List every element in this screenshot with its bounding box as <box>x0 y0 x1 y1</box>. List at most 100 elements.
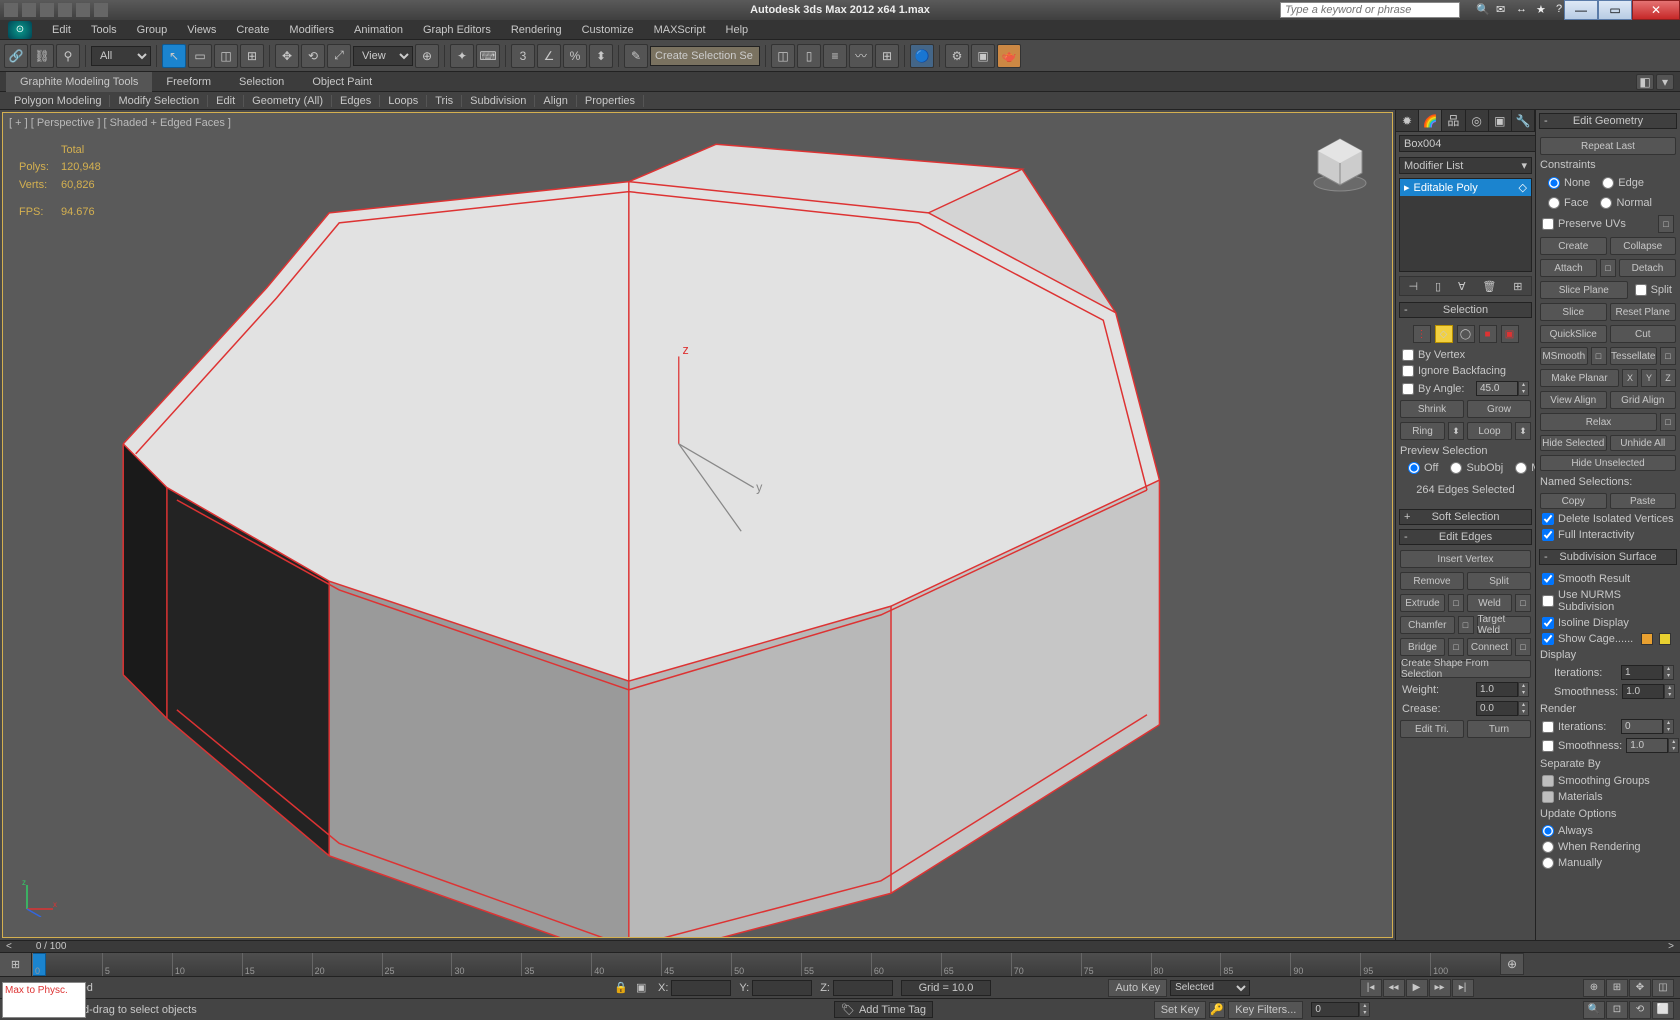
menu-tools[interactable]: Tools <box>81 20 127 40</box>
constraint-normal-radio[interactable] <box>1600 197 1612 209</box>
edit-tri-button[interactable]: Edit Tri. <box>1400 720 1464 738</box>
object-name-input[interactable] <box>1399 135 1551 152</box>
ribbon-panel-polygon-modeling[interactable]: Polygon Modeling <box>6 95 110 107</box>
relax-settings-icon[interactable]: □ <box>1660 413 1676 431</box>
help-search-input[interactable] <box>1280 2 1460 18</box>
vertex-level-icon[interactable]: ⋮ <box>1413 325 1431 343</box>
turn-button[interactable]: Turn <box>1467 720 1531 738</box>
y-coord-input[interactable] <box>752 980 812 996</box>
scale-tool-icon[interactable]: ⤢ <box>327 44 351 68</box>
render-smooth-checkbox[interactable] <box>1542 740 1554 752</box>
key-filters-button[interactable]: Key Filters... <box>1228 1001 1303 1019</box>
by-angle-checkbox[interactable] <box>1402 383 1414 395</box>
communication-icon[interactable]: ✉ <box>1496 3 1510 17</box>
bridge-button[interactable]: Bridge <box>1400 638 1445 656</box>
ribbon-min-icon[interactable]: ◧ <box>1636 74 1654 90</box>
render-setup-icon[interactable]: ⚙ <box>945 44 969 68</box>
mirror-icon[interactable]: ◫ <box>771 44 795 68</box>
move-tool-icon[interactable]: ✥ <box>275 44 299 68</box>
preserve-uvs-checkbox[interactable] <box>1542 218 1554 230</box>
update-render-radio[interactable] <box>1542 841 1554 853</box>
keyboard-shortcut-icon[interactable]: ⌨ <box>476 44 500 68</box>
weld-settings-icon[interactable]: □ <box>1515 594 1531 612</box>
rotate-tool-icon[interactable]: ⟲ <box>301 44 325 68</box>
time-tag-button[interactable]: 🏷Add Time Tag <box>834 1001 933 1018</box>
nav-icon-1[interactable]: ⊕ <box>1583 979 1605 997</box>
viewcube[interactable] <box>1308 131 1372 195</box>
link-icon[interactable]: 🔗 <box>4 44 28 68</box>
qat-save-icon[interactable] <box>40 3 54 17</box>
qat-new-icon[interactable] <box>4 3 18 17</box>
constraint-none-radio[interactable] <box>1548 177 1560 189</box>
ribbon-panel-tris[interactable]: Tris <box>427 95 462 107</box>
ref-coord-dropdown[interactable]: View <box>353 46 413 66</box>
make-unique-icon[interactable]: ∀ <box>1458 280 1466 293</box>
maximize-button[interactable]: ▭ <box>1598 0 1632 20</box>
slice-plane-button[interactable]: Slice Plane <box>1540 281 1628 299</box>
snap-toggle-icon[interactable]: 3 <box>511 44 535 68</box>
maximize-viewport-icon[interactable]: ⬜ <box>1652 1001 1674 1019</box>
ribbon-expand-icon[interactable]: ▾ <box>1656 74 1674 90</box>
extrude-settings-icon[interactable]: □ <box>1448 594 1464 612</box>
ribbon-panel-geometry-all-[interactable]: Geometry (All) <box>244 95 332 107</box>
pin-stack-icon[interactable]: ⊣ <box>1408 280 1418 293</box>
qat-open-icon[interactable] <box>22 3 36 17</box>
named-selection-input[interactable] <box>650 46 760 66</box>
preserve-uvs-settings-icon[interactable]: □ <box>1658 215 1674 233</box>
cage-color2-swatch[interactable] <box>1659 633 1671 645</box>
menu-maxscript[interactable]: MAXScript <box>644 20 716 40</box>
collapse-button[interactable]: Collapse <box>1610 237 1677 255</box>
expand-icon[interactable]: ▸ <box>1404 181 1410 194</box>
tessellate-settings-icon[interactable]: □ <box>1660 347 1676 365</box>
copy-named-button[interactable]: Copy <box>1540 493 1607 509</box>
msmooth-button[interactable]: MSmooth <box>1540 347 1588 365</box>
unhide-all-button[interactable]: Unhide All <box>1610 435 1677 451</box>
attach-list-icon[interactable]: □ <box>1600 259 1616 277</box>
render-frame-icon[interactable]: ▣ <box>971 44 995 68</box>
edit-named-sel-icon[interactable]: ✎ <box>624 44 648 68</box>
timeline-end-icon[interactable]: ⊕ <box>1500 953 1524 975</box>
layers-icon[interactable]: ≡ <box>823 44 847 68</box>
menu-create[interactable]: Create <box>226 20 279 40</box>
preview-subobj-radio[interactable] <box>1450 462 1462 474</box>
loop-button[interactable]: Loop <box>1467 422 1512 440</box>
msmooth-settings-icon[interactable]: □ <box>1591 347 1607 365</box>
smooth-result-checkbox[interactable] <box>1542 573 1554 585</box>
modifier-editable-poly[interactable]: ▸ Editable Poly ◇ <box>1400 179 1531 196</box>
slice-button[interactable]: Slice <box>1540 303 1607 321</box>
menu-customize[interactable]: Customize <box>572 20 644 40</box>
timeline[interactable]: ⊞ 05101520253035404550556065707580859095… <box>0 952 1680 976</box>
create-button[interactable]: Create <box>1540 237 1607 255</box>
edit-edges-header[interactable]: Edit Edges <box>1399 529 1532 545</box>
show-cage-checkbox[interactable] <box>1542 633 1554 645</box>
x-coord-input[interactable] <box>671 980 731 996</box>
unlink-icon[interactable]: ⛓ <box>30 44 54 68</box>
display-tab-icon[interactable]: ▣ <box>1489 110 1512 131</box>
utilities-tab-icon[interactable]: 🔧 <box>1512 110 1535 131</box>
reset-plane-button[interactable]: Reset Plane <box>1610 303 1677 321</box>
current-frame-spinner[interactable] <box>1311 1002 1359 1017</box>
create-tab-icon[interactable]: ✹ <box>1396 110 1419 131</box>
grow-button[interactable]: Grow <box>1467 400 1531 418</box>
by-vertex-checkbox[interactable] <box>1402 349 1414 361</box>
perspective-viewport[interactable]: [ + ] [ Perspective ] [ Shaded + Edged F… <box>2 112 1393 938</box>
autokey-button[interactable]: Auto Key <box>1108 979 1167 997</box>
edit-geometry-header[interactable]: Edit Geometry <box>1539 113 1677 129</box>
curve-editor-icon[interactable]: 〰 <box>849 44 873 68</box>
key-mode-dropdown[interactable]: Selected <box>1170 980 1250 996</box>
qat-redo-icon[interactable] <box>76 3 90 17</box>
render-iter-checkbox[interactable] <box>1542 721 1554 733</box>
edge-level-icon[interactable]: ◇ <box>1435 325 1453 343</box>
ribbon-tab-graphite-modeling-tools[interactable]: Graphite Modeling Tools <box>6 72 152 92</box>
preview-off-radio[interactable] <box>1408 462 1420 474</box>
target-weld-button[interactable]: Target Weld <box>1477 616 1532 634</box>
time-config-icon[interactable]: ⊞ <box>0 953 32 976</box>
constraint-face-radio[interactable] <box>1548 197 1560 209</box>
configure-icon[interactable]: ⊞ <box>1513 280 1522 293</box>
paste-named-button[interactable]: Paste <box>1610 493 1677 509</box>
polygon-level-icon[interactable]: ■ <box>1479 325 1497 343</box>
cut-button[interactable]: Cut <box>1610 325 1677 343</box>
weld-button[interactable]: Weld <box>1467 594 1512 612</box>
hide-unselected-button[interactable]: Hide Unselected <box>1540 455 1676 471</box>
goto-start-icon[interactable]: |◂ <box>1360 979 1382 997</box>
